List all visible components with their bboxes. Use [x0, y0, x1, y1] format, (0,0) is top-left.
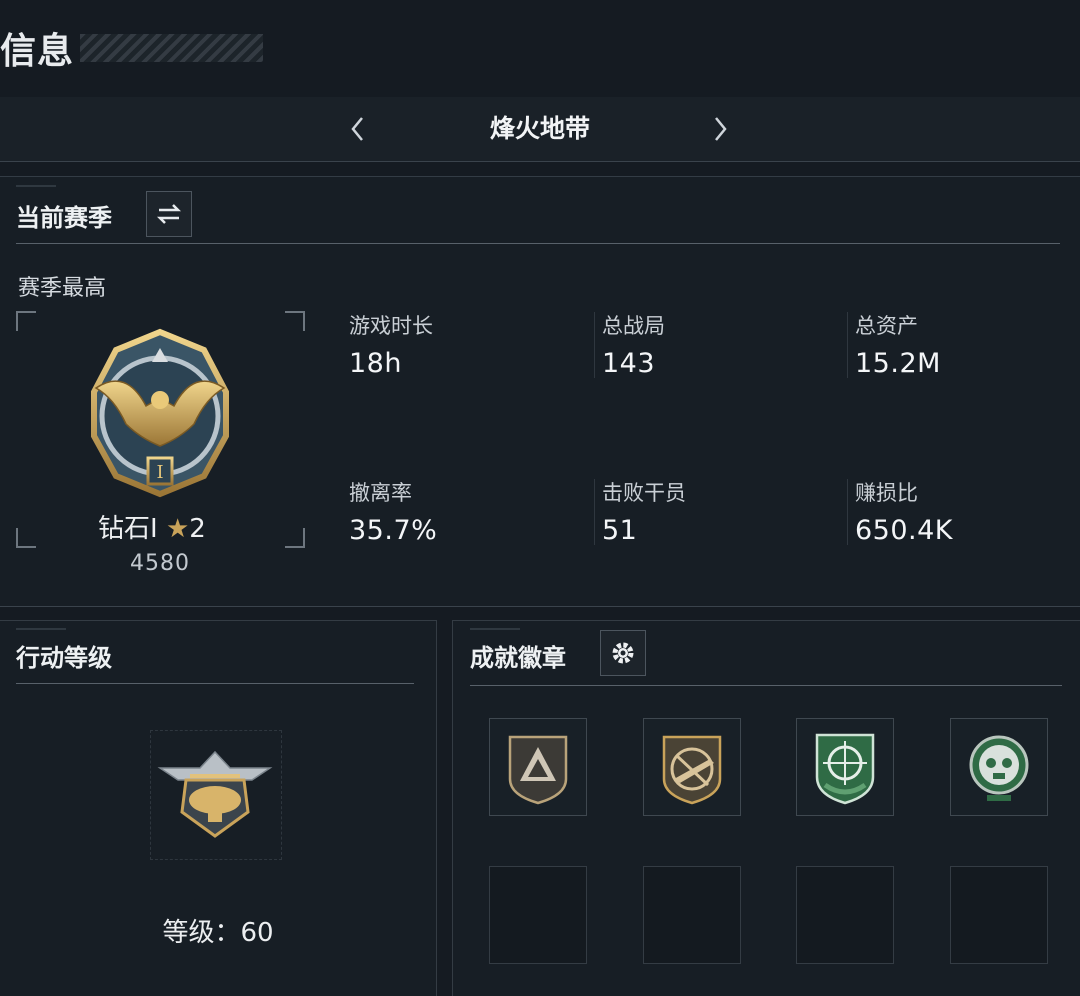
triangle-badge-icon — [508, 735, 568, 805]
skull-badge-icon — [969, 735, 1029, 801]
mode-selector-bar: 烽火地带 — [0, 97, 1080, 162]
stat-value: 35.7% — [349, 515, 438, 546]
stat-value: 15.2M — [855, 348, 941, 379]
stat-divider — [594, 479, 595, 545]
level-title: 行动等级 — [16, 644, 112, 672]
frame-corner — [16, 311, 36, 331]
rank-stars: 2 — [189, 514, 206, 544]
empty-badge-slot[interactable] — [796, 866, 894, 964]
page-title: 信息 — [0, 31, 75, 72]
title-decoration — [80, 34, 263, 62]
stat-label: 赚损比 — [855, 481, 918, 505]
star-icon: ★ — [165, 514, 190, 544]
gear-icon — [612, 642, 634, 664]
rank-score: 4580 — [130, 551, 190, 576]
stat-value: 650.4K — [855, 515, 954, 546]
helicopter-emblem-icon — [157, 750, 273, 838]
svg-text:I: I — [156, 462, 163, 483]
badges-divider — [470, 685, 1062, 686]
badge-slot[interactable] — [796, 718, 894, 816]
stat-label: 击败干员 — [602, 481, 686, 505]
level-divider — [16, 683, 414, 684]
badge-slot[interactable] — [643, 718, 741, 816]
stat-divider — [847, 312, 848, 378]
chevron-left-icon — [351, 117, 363, 141]
rank-emblem-icon: I — [91, 328, 229, 498]
stat-divider — [847, 479, 848, 545]
stat-divider — [594, 312, 595, 378]
frame-corner — [285, 528, 305, 548]
badge-slot[interactable] — [489, 718, 587, 816]
season-title: 当前赛季 — [16, 204, 112, 232]
next-mode-button[interactable] — [700, 97, 740, 161]
chevron-right-icon — [715, 117, 727, 141]
rank-name-row: 钻石I ★2 — [98, 508, 206, 545]
mode-name: 烽火地带 — [489, 114, 590, 143]
stat-label: 游戏时长 — [349, 314, 433, 338]
season-best-label: 赛季最高 — [18, 276, 107, 301]
badge-settings-button[interactable] — [600, 630, 646, 676]
frame-corner — [285, 311, 305, 331]
decor-tick — [16, 628, 66, 630]
decor-tick — [16, 185, 56, 187]
empty-badge-slot[interactable] — [489, 866, 587, 964]
badges-title: 成就徽章 — [470, 644, 566, 672]
empty-badge-slot[interactable] — [643, 866, 741, 964]
stat-value: 18h — [349, 348, 402, 379]
stat-label: 总战局 — [602, 314, 665, 338]
season-switch-button[interactable] — [146, 191, 192, 237]
rifle-badge-icon — [662, 735, 722, 805]
stat-label: 撤离率 — [349, 481, 412, 505]
sniper-badge-icon — [815, 733, 875, 805]
empty-badge-slot[interactable] — [950, 866, 1048, 964]
frame-corner — [16, 528, 36, 548]
prev-mode-button[interactable] — [338, 97, 378, 161]
stat-value: 143 — [602, 348, 656, 379]
level-text: 等级：60 — [162, 918, 274, 948]
decor-tick — [470, 628, 520, 630]
panel-divider — [0, 606, 1080, 607]
rank-name: 钻石I — [98, 514, 158, 544]
stat-label: 总资产 — [855, 314, 918, 338]
switch-arrows-icon — [156, 204, 182, 224]
season-divider — [16, 243, 1060, 244]
badge-slot[interactable] — [950, 718, 1048, 816]
stat-value: 51 — [602, 515, 638, 546]
